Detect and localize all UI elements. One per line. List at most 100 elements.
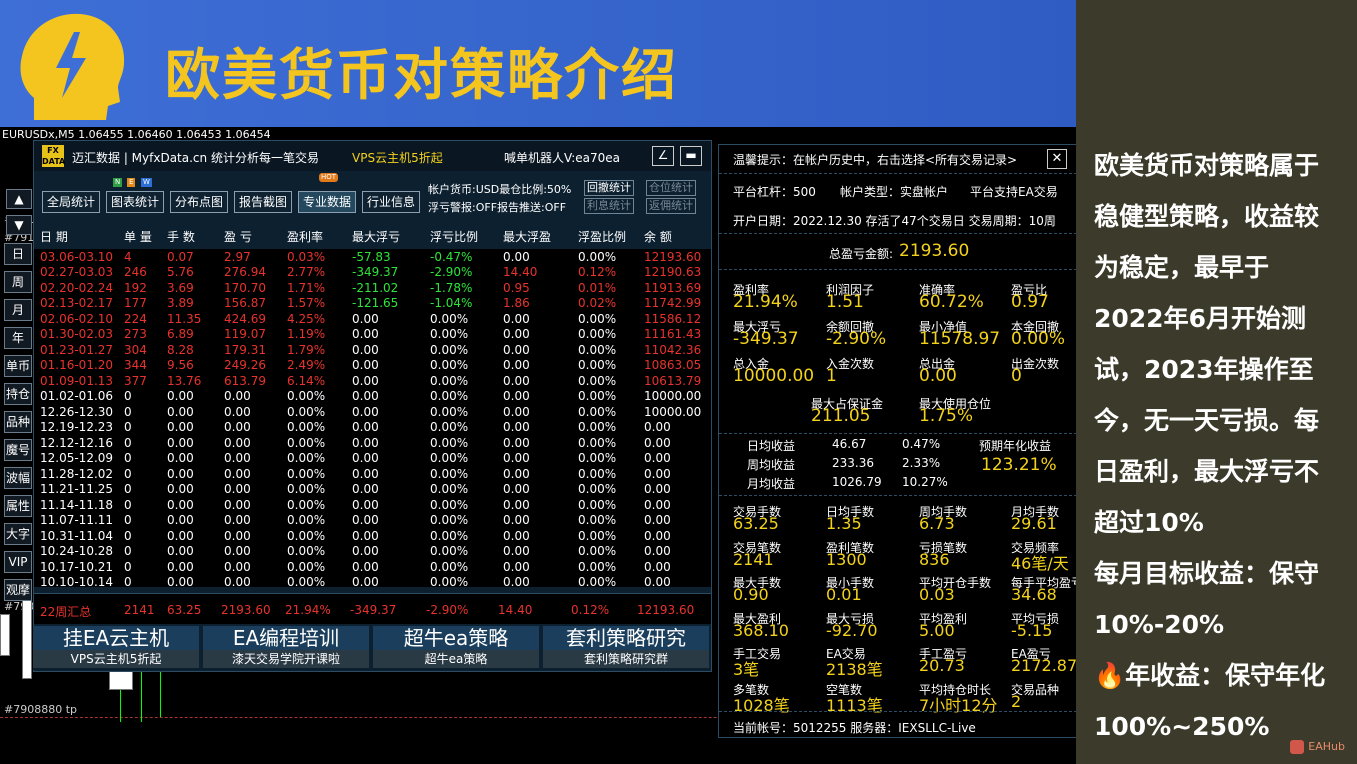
table-cell: 0.00% — [578, 451, 617, 466]
weekly-stats-table: 日 期 单 量 手 数 盈 亏 盈利率 最大浮亏 浮亏比例 最大浮盈 浮盈比例 … — [34, 223, 707, 590]
table-row[interactable]: 03.06-03.10 4 0.07 2.97 0.03% -57.83 -0.47% 0.0… — [34, 249, 707, 265]
account-type: 帐户类型：实盘帐户 — [840, 185, 949, 199]
table-cell: 0.00% — [430, 544, 469, 559]
table-row[interactable]: 12.05-12.09 0 0.00 0.00 0.00% 0.00 0.00% 0.00 0.… — [34, 451, 707, 467]
side-btn-vip[interactable]: VIP — [4, 551, 32, 573]
table-cell: 344 — [124, 358, 147, 373]
rebate-stats-button[interactable]: 返佣统计 — [646, 198, 696, 214]
table-row[interactable]: 01.02-01.06 0 0.00 0.00 0.00% 0.00 0.00% 0.00 0.… — [34, 389, 707, 405]
side-btn-week[interactable]: 周 — [4, 271, 32, 293]
chart-stats-button[interactable]: 图表统计 — [106, 191, 164, 213]
watermark: EAHub — [1290, 740, 1345, 754]
table-cell: 0.00 — [167, 389, 194, 404]
table-cell: 6.14% — [287, 373, 326, 388]
side-btn-month[interactable]: 月 — [4, 299, 32, 321]
table-cell: 0 — [124, 559, 132, 574]
table-cell: 02.27-03.03 — [40, 265, 114, 280]
table-cell: 0.00 — [352, 327, 379, 342]
table-cell: 11.28-12.02 — [40, 466, 114, 481]
distribution-button[interactable]: 分布点图 — [170, 191, 228, 213]
robot-link[interactable]: 喊单机器人V:ea70ea — [504, 149, 620, 166]
banner-arbitrage[interactable]: 套利策略研究 套利策略研究群 — [543, 626, 709, 670]
table-row[interactable]: 11.07-11.11 0 0.00 0.00 0.00% 0.00 0.00% 0.00 0.… — [34, 513, 707, 529]
table-row[interactable]: 02.06-02.10 224 11.35 424.69 4.25% 0.00 0.00% 0… — [34, 311, 707, 327]
table-cell: 177 — [124, 296, 147, 311]
side-btn-observe[interactable]: 观摩 — [4, 579, 32, 601]
table-row[interactable]: 12.12-12.16 0 0.00 0.00 0.00% 0.00 0.00% 0.00 0.… — [34, 435, 707, 451]
banner-ea-strategy[interactable]: 超牛ea策略 超牛ea策略 — [373, 626, 539, 670]
side-btn-symbol[interactable]: 单币 — [4, 355, 32, 377]
table-row[interactable]: 11.28-12.02 0 0.00 0.00 0.00% 0.00 0.00% 0.00 0.… — [34, 466, 707, 482]
table-cell: 12.12-12.16 — [40, 435, 114, 450]
eahub-logo-icon — [1290, 740, 1305, 754]
table-row[interactable]: 10.10-10.14 0 0.00 0.00 0.00% 0.00 0.00% 0.00 0.… — [34, 575, 707, 591]
drawdown-stats-button[interactable]: 回撤统计 — [584, 180, 634, 196]
table-row[interactable]: 02.20-02.24 192 3.69 170.70 1.71% -211.02 -1.7… — [34, 280, 707, 296]
table-row[interactable]: 11.21-11.25 0 0.00 0.00 0.00% 0.00 0.00% 0.00 0.… — [34, 482, 707, 498]
side-btn-variety[interactable]: 品种 — [4, 411, 32, 433]
table-row[interactable]: 12.19-12.23 0 0.00 0.00 0.00% 0.00 0.00% 0.00 0.… — [34, 420, 707, 436]
side-btn-bigfont[interactable]: 大字 — [4, 523, 32, 545]
table-cell: 377 — [124, 373, 147, 388]
table-cell: -1.04% — [430, 296, 473, 311]
table-row[interactable]: 10.24-10.28 0 0.00 0.00 0.00% 0.00 0.00% 0.00 0.… — [34, 544, 707, 560]
col-orders: 单 量 — [118, 223, 161, 249]
vps-link[interactable]: VPS云主机5折起 — [352, 149, 443, 166]
table-row[interactable]: 02.13-02.17 177 3.89 156.87 1.57% -121.65 -1.0… — [34, 296, 707, 312]
table-row[interactable]: 11.14-11.18 0 0.00 0.00 0.00% 0.00 0.00% 0.00 0.… — [34, 497, 707, 513]
position-stats-button[interactable]: 仓位统计 — [646, 180, 696, 196]
side-btn-day[interactable]: 日 — [4, 243, 32, 265]
pro-data-button[interactable]: 专业数据 — [298, 191, 356, 213]
table-cell: 0.00% — [578, 311, 617, 326]
table-cell: 0.00 — [224, 513, 251, 528]
scroll-down-button[interactable]: ▼ — [6, 215, 32, 235]
average-cell: 日均收益 — [747, 439, 796, 453]
table-cell: 5.76 — [167, 265, 194, 280]
summary-cell: 63.25 — [167, 603, 202, 617]
table-cell: 276.94 — [224, 265, 266, 280]
close-icon[interactable]: ✕ — [1047, 149, 1067, 169]
side-btn-magic[interactable]: 魔号 — [4, 439, 32, 461]
candle — [22, 597, 32, 679]
table-row[interactable]: 12.26-12.30 0 0.00 0.00 0.00% 0.00 0.00% 0.00 0.… — [34, 404, 707, 420]
table-cell: 0.00% — [287, 559, 326, 574]
page-title: 欧美货币对策略介绍 — [165, 43, 679, 107]
banner-ea-training[interactable]: EA编程培训 漆天交易学院开课啦 — [203, 626, 369, 670]
table-cell: 0.00 — [503, 311, 530, 326]
industry-info-button[interactable]: 行业信息 — [362, 191, 420, 213]
table-cell: 0 — [124, 575, 132, 590]
stats-toolbar: N E W HOT 全局统计 图表统计 分布点图 报告截图 专业数据 行业信息 … — [34, 173, 711, 215]
global-stats-button[interactable]: 全局统计 — [42, 191, 100, 213]
table-cell: 0.00 — [167, 482, 194, 497]
table-row[interactable]: 10.17-10.21 0 0.00 0.00 0.00% 0.00 0.00% 0.00 0.… — [34, 559, 707, 575]
table-cell: 0.00% — [430, 342, 469, 357]
metric-value: 2172.87 — [1011, 656, 1076, 675]
hot-badge: HOT — [319, 173, 339, 182]
table-row[interactable]: 10.31-11.04 0 0.00 0.00 0.00% 0.00 0.00% 0.00 0.… — [34, 528, 707, 544]
table-cell: 0.00% — [578, 559, 617, 574]
window-title: 迈汇数据 | MyfxData.cn 统计分析每一笔交易 — [72, 151, 319, 165]
table-row[interactable]: 01.30-02.03 273 6.89 119.07 1.19% 0.00 0.00% 0.… — [34, 327, 707, 343]
side-btn-property[interactable]: 属性 — [4, 495, 32, 517]
side-btn-year[interactable]: 年 — [4, 327, 32, 349]
table-row[interactable]: 01.16-01.20 344 9.56 249.26 2.49% 0.00 0.00% 0.… — [34, 358, 707, 374]
table-cell: 0.00 — [224, 482, 251, 497]
table-row[interactable]: 02.27-03.03 246 5.76 276.94 2.77% -349.37 -2.9… — [34, 265, 707, 281]
table-cell: 0.00 — [503, 404, 530, 419]
side-btn-range[interactable]: 波幅 — [4, 467, 32, 489]
side-btn-position[interactable]: 持仓 — [4, 383, 32, 405]
table-row[interactable]: 01.09-01.13 377 13.76 613.79 6.14% 0.00 0.00% 0… — [34, 373, 707, 389]
metric-value: 1 — [826, 366, 837, 386]
table-row[interactable]: 01.23-01.27 304 8.28 179.31 1.79% 0.00 0.00% 0.… — [34, 342, 707, 358]
banner-vps[interactable]: 挂EA云主机 VPS云主机5折起 — [33, 626, 199, 670]
slide-header: 欧美货币对策略介绍 — [0, 0, 1076, 127]
interest-stats-button[interactable]: 利息统计 — [584, 198, 634, 214]
table-cell: 0.00 — [644, 466, 671, 481]
minimize-button[interactable]: ▬ — [680, 146, 702, 166]
table-cell: 9.56 — [167, 358, 194, 373]
description-line: 稳健型策略，收益较 — [1094, 202, 1320, 231]
table-cell: 0.00% — [287, 451, 326, 466]
scroll-up-button[interactable]: ▲ — [6, 189, 32, 209]
report-screenshot-button[interactable]: 报告截图 — [234, 191, 292, 213]
edit-icon[interactable]: ∠ — [652, 146, 674, 166]
